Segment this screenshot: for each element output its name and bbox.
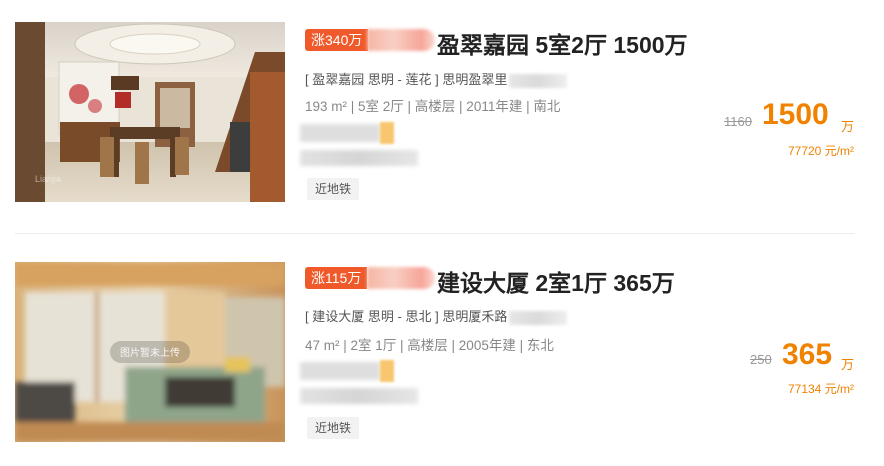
- blurred-follow-info: [300, 360, 398, 382]
- district-link[interactable]: 思明: [368, 72, 394, 87]
- unit-price: 77134 元/m²: [787, 382, 854, 396]
- house-info: 47 m² | 2室 1厅 | 高楼层 | 2005年建 | 东北: [305, 338, 554, 353]
- community-line: [ 建设大厦 思明 - 思北 ] 思明厦禾路: [305, 306, 568, 325]
- original-price: 1160: [724, 114, 752, 129]
- total-price: 365: [782, 338, 833, 371]
- total-price: 1500: [762, 98, 829, 131]
- listing-title-row: 涨115万 建设大厦 2室1厅 365万: [305, 264, 865, 296]
- blurred-tag: [367, 29, 435, 51]
- community-address: 思明厦禾路: [442, 309, 508, 324]
- community-address: 思明盈翠里: [442, 72, 508, 87]
- listing-photo[interactable]: 图片暂未上传: [15, 262, 285, 442]
- community-name-link[interactable]: 建设大厦: [312, 309, 364, 324]
- listing-title[interactable]: 盈翠嘉园 5室2厅 1500万: [437, 26, 688, 60]
- area-link[interactable]: 思北: [405, 309, 431, 324]
- svg-text:Lianjia: Lianjia: [35, 174, 61, 184]
- community-line: [ 盈翠嘉园 思明 - 莲花 ] 思明盈翠里: [305, 69, 568, 88]
- area-link[interactable]: 莲花: [405, 72, 431, 87]
- listing-photo[interactable]: Lianjia: [15, 22, 285, 202]
- blurred-follow-info: [300, 122, 398, 144]
- interior-photo-image: Lianjia: [15, 22, 285, 202]
- original-price: 250: [750, 352, 772, 367]
- unit-price: 77720 元/m²: [787, 144, 854, 158]
- house-info: 193 m² | 5室 2厅 | 高楼层 | 2011年建 | 南北: [305, 99, 561, 114]
- district-link[interactable]: 思明: [368, 309, 394, 324]
- subway-tag: 近地铁: [307, 178, 360, 200]
- listing-card[interactable]: 图片暂未上传 涨115万 建设大厦 2室1厅 365万 [ 建设大厦 思明 - …: [0, 234, 884, 466]
- price-unit: 万: [841, 357, 855, 372]
- price-rise-tag: 涨340万: [305, 29, 369, 51]
- blurred-time-info: [300, 388, 418, 404]
- blurred-time-info: [300, 150, 418, 166]
- placeholder-photo-image: 图片暂未上传: [15, 262, 285, 442]
- photo-placeholder-caption: 图片暂未上传: [120, 346, 180, 359]
- price-unit: 万: [841, 119, 855, 134]
- blurred-address: [509, 310, 568, 325]
- listing-title-row: 涨340万 盈翠嘉园 5室2厅 1500万: [305, 26, 865, 58]
- subway-tag: 近地铁: [307, 417, 360, 439]
- listing-card[interactable]: Lianjia 涨340万 盈翠嘉园 5室2厅 1500万 [ 盈翠嘉园 思明 …: [0, 0, 884, 232]
- price-rise-tag: 涨115万: [305, 267, 368, 289]
- blurred-address: [509, 73, 568, 88]
- community-name-link[interactable]: 盈翠嘉园: [312, 72, 364, 87]
- blurred-tag: [367, 267, 435, 289]
- listing-title[interactable]: 建设大厦 2室1厅 365万: [437, 264, 675, 298]
